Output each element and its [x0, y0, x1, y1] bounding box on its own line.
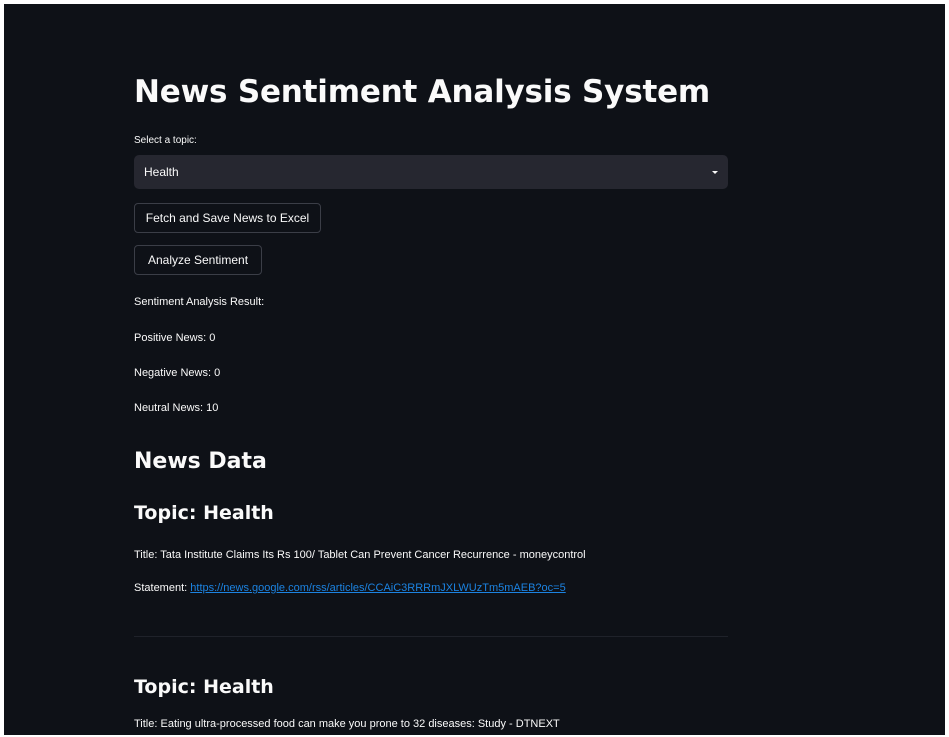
- topic-select[interactable]: Health: [134, 155, 728, 189]
- sentiment-result-heading: Sentiment Analysis Result:: [134, 296, 265, 308]
- article-divider: [134, 636, 728, 637]
- neutral-news-count: Neutral News: 10: [134, 402, 219, 414]
- negative-news-count: Negative News: 0: [134, 367, 221, 379]
- analyze-sentiment-button[interactable]: Analyze Sentiment: [134, 245, 262, 275]
- news-data-heading: News Data: [134, 449, 267, 474]
- article-statement: Statement: https://news.google.com/rss/a…: [134, 582, 566, 594]
- topic-select-value: Health: [144, 165, 179, 179]
- app-window: News Sentiment Analysis System Select a …: [4, 4, 945, 735]
- article-title: Title: Eating ultra-processed food can m…: [134, 718, 560, 730]
- article-title: Title: Tata Institute Claims Its Rs 100/…: [134, 549, 586, 561]
- article-topic-heading: Topic: Health: [134, 676, 274, 698]
- fetch-save-news-button[interactable]: Fetch and Save News to Excel: [134, 203, 321, 233]
- article-topic-heading: Topic: Health: [134, 502, 274, 524]
- positive-news-count: Positive News: 0: [134, 332, 216, 344]
- chevron-down-icon: [712, 170, 718, 174]
- page-title: News Sentiment Analysis System: [134, 74, 710, 110]
- topic-select-label: Select a topic:: [134, 135, 197, 146]
- article-statement-link[interactable]: https://news.google.com/rss/articles/CCA…: [190, 582, 565, 594]
- article-statement-label: Statement:: [134, 582, 191, 594]
